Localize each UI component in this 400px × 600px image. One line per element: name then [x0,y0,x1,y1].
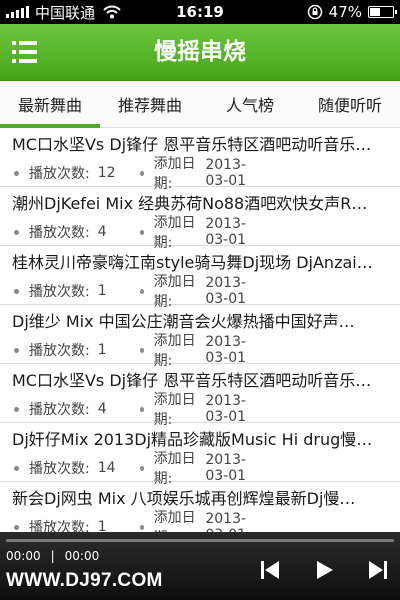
bullet-icon [14,406,19,412]
plays-label: 播放次数: [29,284,90,300]
add-date: 2013-03-01 [205,452,247,484]
play-count: 4 [97,401,107,417]
song-list: MC口水坚Vs Dj锋仔 恩平音乐特区酒吧动听音乐… 播放次数: 12 添加日期:… [0,128,400,532]
menu-button[interactable] [12,38,42,66]
date-label: 添加日期: [153,510,196,532]
bullet-icon [14,465,19,471]
date-label: 添加日期: [153,333,196,369]
bullet-icon [14,229,19,235]
bullet-icon [140,229,144,235]
add-date: 2013-03-01 [205,275,247,307]
song-meta: 播放次数: 1 添加日期: 2013-03-01 [12,274,388,310]
battery-percent: 47% [328,3,362,21]
play-count: 4 [97,224,107,240]
bullet-icon [140,465,144,471]
rotation-lock-icon [307,4,322,20]
play-count: 12 [97,165,116,181]
bullet-icon [140,347,144,353]
plays-label: 播放次数: [29,461,90,477]
date-label: 添加日期: [153,156,196,192]
current-time: 00:00 [6,549,41,563]
list-item[interactable]: MC口水坚Vs Dj锋仔 恩平音乐特区酒吧动听音乐… 播放次数: 4 添加日期: 2… [0,364,400,428]
song-meta: 播放次数: 4 添加日期: 2013-03-01 [12,392,388,428]
add-date: 2013-03-01 [205,157,247,189]
app-header: 慢摇串烧 [0,24,400,81]
list-item[interactable]: MC口水坚Vs Dj锋仔 恩平音乐特区酒吧动听音乐… 播放次数: 12 添加日期:… [0,128,400,192]
menu-icon [12,41,42,45]
date-label: 添加日期: [153,215,196,251]
wifi-icon [103,5,121,19]
progress-bar[interactable] [6,539,394,542]
date-label: 添加日期: [153,274,196,310]
player-bar: 00:00 | 00:00 WWW.DJ97.COM [0,532,400,600]
plays-label: 播放次数: [29,520,90,532]
plays-label: 播放次数: [29,225,90,241]
play-count: 14 [97,460,116,476]
add-date: 2013-03-01 [205,216,247,248]
site-label: WWW.DJ97.COM [6,570,163,591]
plays-label: 播放次数: [29,402,90,418]
song-meta: 播放次数: 14 添加日期: 2013-03-01 [12,451,388,487]
play-icon[interactable] [312,558,336,582]
player-controls [258,558,390,582]
battery-icon [368,6,397,18]
page-title: 慢摇串烧 [154,39,246,65]
date-label: 添加日期: [153,392,196,428]
bullet-icon [14,170,19,176]
total-time: 00:00 [64,549,100,563]
status-bar: 中国联通 16:19 47% [0,0,400,24]
plays-label: 播放次数: [29,166,90,182]
plays-label: 播放次数: [29,343,90,359]
carrier-name: 中国联通 [35,3,96,22]
time-display: 00:00 | 00:00 [6,549,99,563]
list-item[interactable]: 潮州DjKefei Mix 经典苏荷No88酒吧欢快女声R… 播放次数: 4 添加… [0,187,400,251]
play-count: 1 [97,519,107,532]
tab-popular[interactable]: 人气榜 [200,81,300,127]
bullet-icon [14,288,19,294]
add-date: 2013-03-01 [205,511,247,532]
song-meta: 播放次数: 1 添加日期: 2013-03-01 [12,333,388,369]
bullet-icon [140,406,144,412]
play-count: 1 [97,283,107,299]
date-label: 添加日期: [153,451,196,487]
add-date: 2013-03-01 [205,393,247,425]
tab-bar: 最新舞曲 推荐舞曲 人气榜 随便听听 [0,81,400,128]
list-item[interactable]: Dj维少 Mix 中国公庄潮音会火爆热播中国好声… 播放次数: 1 添加日期: 20… [0,305,400,369]
bullet-icon [14,524,19,530]
list-item[interactable]: 桂林灵川帝豪嗨江南style骑马舞Dj现场 DjAnzai… 播放次数: 1 添加… [0,246,400,310]
bullet-icon [140,288,144,294]
bullet-icon [140,524,144,530]
song-meta: 播放次数: 4 添加日期: 2013-03-01 [12,215,388,251]
bullet-icon [140,170,144,176]
song-meta: 播放次数: 1 添加日期: 2013-03-01 [12,510,388,532]
play-count: 1 [97,342,107,358]
tab-random[interactable]: 随便听听 [300,81,400,127]
list-item[interactable]: 新会Dj网虫 Mix 八项娱乐城再创辉煌最新Dj慢… 播放次数:1 添加日期:2… [0,482,400,532]
previous-icon[interactable] [258,558,282,582]
time-separator: | [50,549,55,563]
tab-latest[interactable]: 最新舞曲 [0,81,100,128]
bullet-icon [14,347,19,353]
signal-icon [6,6,29,18]
list-item[interactable]: Dj奸仔Mix 2013Dj精品珍藏版Music Hi drug慢… 播放次数:… [0,423,400,487]
tab-recommended[interactable]: 推荐舞曲 [100,81,200,127]
add-date: 2013-03-01 [205,334,247,366]
next-icon[interactable] [366,558,390,582]
song-meta: 播放次数: 12 添加日期: 2013-03-01 [12,156,388,192]
